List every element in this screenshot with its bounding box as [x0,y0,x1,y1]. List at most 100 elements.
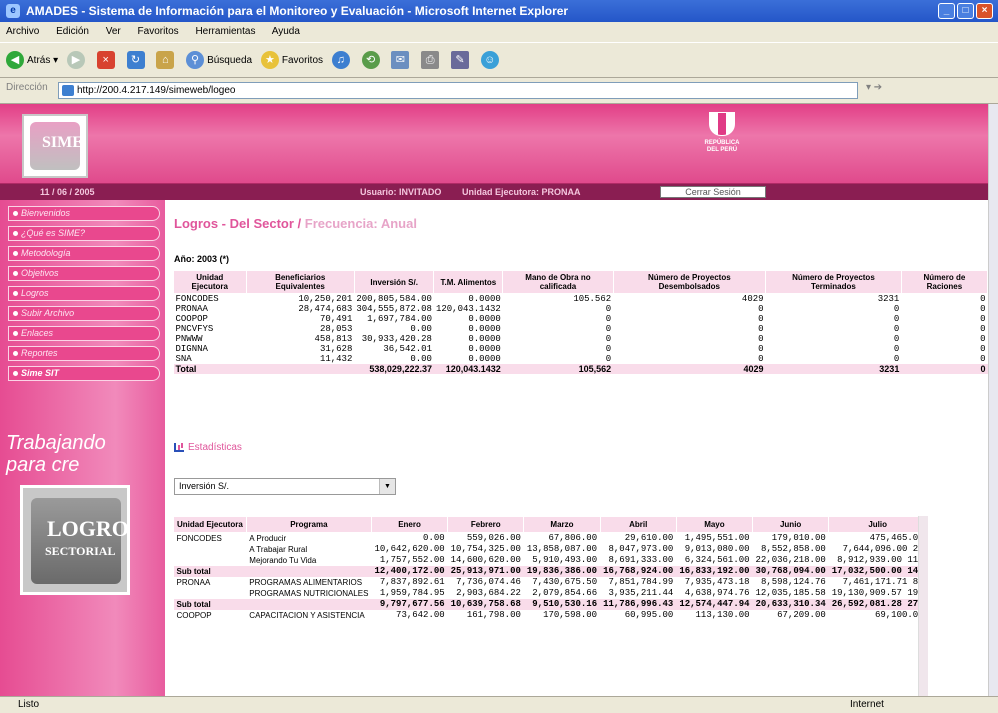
menu-ayuda[interactable]: Ayuda [272,26,300,37]
monthly-table: Unidad Ejecutora Programa Enero Febrero Marz… [173,516,928,621]
maximize-button[interactable]: □ [957,3,974,19]
home-button[interactable]: ⌂ [156,51,177,71]
site-banner: SIME REPÚBLICA DEL PERÚ [0,104,988,184]
table-row: A Trabajar Rural 10,642,620.00 10,754,325.… [174,544,927,555]
sidebar-nav: Bienvenidos ¿Qué es SIME? Metodología Ob… [0,200,165,696]
table-cell: 0 [605,324,612,334]
menu-edicion[interactable]: Edición [56,26,89,37]
mail-button[interactable]: ✉ [391,51,412,71]
table-row: PNCVFYS 28,053 0.00 0.0000 0 0 0 0 [174,324,988,334]
menu-herramientas[interactable]: Herramientas [195,26,255,37]
table-scrollbar[interactable] [918,516,928,696]
unit-cell [174,555,247,566]
favorites-button[interactable]: ★ Favoritos [260,51,323,71]
star-icon: ★ [260,51,279,70]
nav-logros[interactable]: Logros [8,286,160,301]
column-header: Enero [370,516,449,533]
menu-favoritos[interactable]: Favoritos [138,26,179,37]
table-row: COOPOP CAPACITACION Y ASISTENCIA 73,642.00… [174,610,927,621]
nav-que-es-sime[interactable]: ¿Qué es SIME? [8,226,160,241]
nav-metodologia[interactable]: Metodología [8,246,160,261]
table-row: PNWWW 458,813 30,933,420.28 0.0000 0 0 0 0 [174,334,988,344]
value-cell: 9,510,530.16 [523,599,601,610]
table-cell: 28,474,683 [298,304,353,314]
table-cell: 4029 [741,294,764,304]
column-header: Julio [828,516,928,533]
column-header: Mayo [675,516,754,533]
value-cell: 3,935,211.44 [608,588,674,598]
messenger-button[interactable]: ☺ [480,51,502,71]
column-header: Marzo [523,516,601,533]
column-header: Abril [599,516,677,533]
go-button[interactable]: ▾ ➔ [866,82,882,93]
media-button[interactable]: ♫ [331,51,353,71]
total-cell: 3231 [765,364,902,374]
bar-chart-icon [174,442,184,452]
zone-text: Internet [850,699,884,710]
nav-bienvenidos[interactable]: Bienvenidos [8,206,160,221]
value-cell: 8,691,333.00 [608,555,674,565]
print-icon: ⎙ [421,51,440,70]
program-cell: CAPACITACION Y ASISTENCIA [249,611,365,620]
column-header: T.M. Alimentos [433,270,504,294]
value-cell: 1,495,551.00 [684,533,750,543]
value-cell: 559,026.00 [466,533,521,543]
history-button[interactable]: ⟲ [361,51,383,71]
column-header: Programa [245,516,372,533]
value-cell: 11,786,996.43 [600,599,677,610]
table-cell: 0 [893,314,900,324]
total-row: Total 538,029,222.37 120,043.1432 105,562 40… [173,364,988,374]
print-button[interactable]: ⎙ [421,51,442,71]
close-button[interactable]: × [976,3,993,19]
nav-reportes[interactable]: Reportes [8,346,160,361]
page-title: Logros - Del Sector / Frecuencia: Anual [174,216,417,231]
page-icon [62,85,74,96]
program-cell [246,566,372,577]
browser-toolbar: ◀ Atrás ▾ ▶ × ↻ ⌂ ⚲ Búsqueda ★ Favoritos ♫ … [0,42,998,78]
value-cell: 8,047,973.00 [608,544,674,554]
page-scrollbar[interactable] [988,104,998,696]
table-cell: 36,542.01 [383,344,432,354]
year-label: Año: 2003 (*) [174,254,230,264]
back-button[interactable]: ◀ Atrás ▾ [6,51,58,71]
edit-button[interactable]: ✎ [450,51,472,71]
total-cell: 4029 [613,364,766,374]
value-cell: 2,079,854.66 [532,588,598,598]
logro-sectorial-logo: LOGRO SECTORIAL [20,485,130,595]
nav-objetivos[interactable]: Objetivos [8,266,160,281]
indicator-select[interactable]: Inversión S/. ▼ [174,478,396,495]
forward-button[interactable]: ▶ [66,51,88,71]
table-cell: 0.0000 [468,344,501,354]
window-titlebar: e AMADES - Sistema de Información para e… [0,0,998,22]
nav-sime-sit[interactable]: Sime SIT [8,366,160,381]
mail-icon: ✉ [391,51,410,70]
refresh-button[interactable]: ↻ [126,51,148,71]
column-header: Número de Raciones [900,270,988,294]
history-icon: ⟲ [361,51,380,70]
value-cell: 0.00 [423,533,445,543]
menu-ver[interactable]: Ver [106,26,121,37]
value-cell: 14,600,620.00 [450,555,521,565]
stop-icon: × [96,51,115,70]
table-cell: 70,491 [319,314,353,324]
address-input[interactable]: http://200.4.217.149/simeweb/logeo [58,82,858,99]
logout-button[interactable]: Cerrar Sesión [660,186,766,198]
table-cell: 28,053 [319,324,353,334]
search-button[interactable]: ⚲ Búsqueda [186,51,252,71]
statistics-link[interactable]: Estadísticas [174,442,242,453]
sidebar-tagline: Trabajando para cre [6,432,106,476]
column-header: Número de Proyectos Desembolsados [612,270,767,294]
nav-subir-archivo[interactable]: Subir Archivo [8,306,160,321]
table-cell: 0 [605,354,612,364]
stop-button[interactable]: × [96,51,118,71]
table-cell: DIGNNA [175,344,208,354]
menu-archivo[interactable]: Archivo [6,26,39,37]
table-cell: 1,697,784.00 [367,314,432,324]
minimize-button[interactable]: _ [938,3,955,19]
table-cell: 0 [980,304,986,314]
table-cell: FONCODES [175,294,219,304]
value-cell: 113,130.00 [695,610,750,620]
nav-enlaces[interactable]: Enlaces [8,326,160,341]
unit-cell: Sub total [173,566,247,577]
back-arrow-icon: ◀ [6,51,24,70]
